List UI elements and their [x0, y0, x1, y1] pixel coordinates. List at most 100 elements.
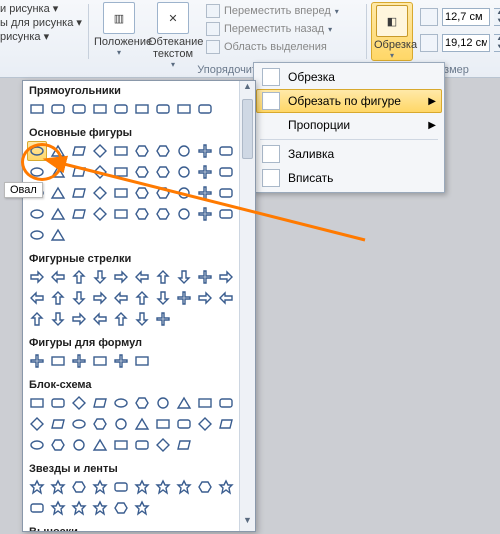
height-stepper[interactable]: ▲▼: [494, 8, 500, 26]
shape-flow-9[interactable]: [216, 393, 236, 413]
shape-basic-33[interactable]: [90, 204, 110, 224]
shape-basic-10[interactable]: [27, 162, 47, 182]
text-wrap-button[interactable]: ✕ Обтекание текстом ▾: [148, 2, 198, 69]
scroll-thumb[interactable]: [242, 99, 253, 159]
shape-basic-18[interactable]: [195, 162, 215, 182]
shape-arrows-9[interactable]: [216, 267, 236, 287]
shape-arrows-2[interactable]: [69, 267, 89, 287]
shape-basic-5[interactable]: [132, 141, 152, 161]
shape-flow-23[interactable]: [90, 435, 110, 455]
width-stepper[interactable]: ▲▼: [494, 34, 500, 52]
menu-fit[interactable]: Вписать: [256, 166, 442, 190]
shape-arrows-6[interactable]: [153, 267, 173, 287]
shape-stars-3[interactable]: [90, 477, 110, 497]
shape-stars-10[interactable]: [27, 498, 47, 518]
menu-crop[interactable]: Обрезка: [256, 65, 442, 89]
shape-arrows-11[interactable]: [48, 288, 68, 308]
shape-flow-1[interactable]: [48, 393, 68, 413]
shape-basic-15[interactable]: [132, 162, 152, 182]
group-button[interactable]: [338, 22, 354, 38]
shape-basic-9[interactable]: [216, 141, 236, 161]
shape-arrows-1[interactable]: [48, 267, 68, 287]
width-field[interactable]: ▲▼: [420, 34, 500, 52]
shape-basic-28[interactable]: [195, 183, 215, 203]
shape-stars-5[interactable]: [132, 477, 152, 497]
position-button[interactable]: ▥ Положение ▾: [94, 2, 144, 57]
shape-arrows-15[interactable]: [132, 288, 152, 308]
shape-flow-16[interactable]: [153, 414, 173, 434]
shape-basic-11[interactable]: [48, 162, 68, 182]
shape-rect-5[interactable]: [132, 99, 152, 119]
shape-stars-2[interactable]: [69, 477, 89, 497]
shape-arrows-16[interactable]: [153, 288, 173, 308]
shape-flow-19[interactable]: [216, 414, 236, 434]
shape-arrows-8[interactable]: [195, 267, 215, 287]
shape-arrows-17[interactable]: [174, 288, 194, 308]
shape-basic-29[interactable]: [216, 183, 236, 203]
shape-flow-2[interactable]: [69, 393, 89, 413]
shape-basic-27[interactable]: [174, 183, 194, 203]
shape-arrows-22[interactable]: [69, 309, 89, 329]
shape-flow-6[interactable]: [153, 393, 173, 413]
shape-arrows-26[interactable]: [153, 309, 173, 329]
shape-basic-39[interactable]: [216, 204, 236, 224]
scrollbar[interactable]: ▲ ▼: [239, 81, 255, 531]
shape-stars-7[interactable]: [174, 477, 194, 497]
shape-arrows-10[interactable]: [27, 288, 47, 308]
shape-arrows-24[interactable]: [111, 309, 131, 329]
shape-flow-22[interactable]: [69, 435, 89, 455]
shape-rect-2[interactable]: [69, 99, 89, 119]
shape-arrows-20[interactable]: [27, 309, 47, 329]
shape-basic-19[interactable]: [216, 162, 236, 182]
shape-basic-14[interactable]: [111, 162, 131, 182]
shape-formula-2[interactable]: [69, 351, 89, 371]
shape-rect-8[interactable]: [195, 99, 215, 119]
shape-basic-22[interactable]: [69, 183, 89, 203]
shape-basic-25[interactable]: [132, 183, 152, 203]
shape-basic-30[interactable]: [27, 204, 47, 224]
shape-stars-0[interactable]: [27, 477, 47, 497]
width-input[interactable]: [442, 34, 490, 52]
shape-basic-24[interactable]: [111, 183, 131, 203]
shape-flow-26[interactable]: [153, 435, 173, 455]
shape-stars-11[interactable]: [48, 498, 68, 518]
shape-stars-4[interactable]: [111, 477, 131, 497]
shape-basic-38[interactable]: [195, 204, 215, 224]
bring-forward-button[interactable]: Переместить вперед▾: [206, 4, 339, 18]
shape-flow-15[interactable]: [132, 414, 152, 434]
shape-rect-1[interactable]: [48, 99, 68, 119]
shape-basic-4[interactable]: [111, 141, 131, 161]
shape-flow-17[interactable]: [174, 414, 194, 434]
shape-rect-4[interactable]: [111, 99, 131, 119]
shape-basic-17[interactable]: [174, 162, 194, 182]
shape-basic-31[interactable]: [48, 204, 68, 224]
shape-arrows-19[interactable]: [216, 288, 236, 308]
shape-arrows-23[interactable]: [90, 309, 110, 329]
scroll-down-icon[interactable]: ▼: [240, 515, 255, 531]
shape-basic-36[interactable]: [153, 204, 173, 224]
shape-flow-4[interactable]: [111, 393, 131, 413]
shape-arrows-12[interactable]: [69, 288, 89, 308]
shape-arrows-18[interactable]: [195, 288, 215, 308]
menu-aspect-ratio[interactable]: Пропорции ▶: [256, 113, 442, 137]
shape-stars-15[interactable]: [132, 498, 152, 518]
shape-arrows-13[interactable]: [90, 288, 110, 308]
shape-basic-7[interactable]: [174, 141, 194, 161]
shape-flow-18[interactable]: [195, 414, 215, 434]
shape-basic-1[interactable]: [48, 141, 68, 161]
shape-formula-5[interactable]: [132, 351, 152, 371]
shape-stars-1[interactable]: [48, 477, 68, 497]
shape-flow-11[interactable]: [48, 414, 68, 434]
shape-flow-0[interactable]: [27, 393, 47, 413]
shape-flow-24[interactable]: [111, 435, 131, 455]
shape-flow-10[interactable]: [27, 414, 47, 434]
align-button[interactable]: [338, 4, 354, 20]
shape-basic-21[interactable]: [48, 183, 68, 203]
shape-flow-8[interactable]: [195, 393, 215, 413]
shape-stars-6[interactable]: [153, 477, 173, 497]
shape-basic-2[interactable]: [69, 141, 89, 161]
shape-flow-25[interactable]: [132, 435, 152, 455]
shape-flow-21[interactable]: [48, 435, 68, 455]
shape-arrows-7[interactable]: [174, 267, 194, 287]
shape-basic-26[interactable]: [153, 183, 173, 203]
